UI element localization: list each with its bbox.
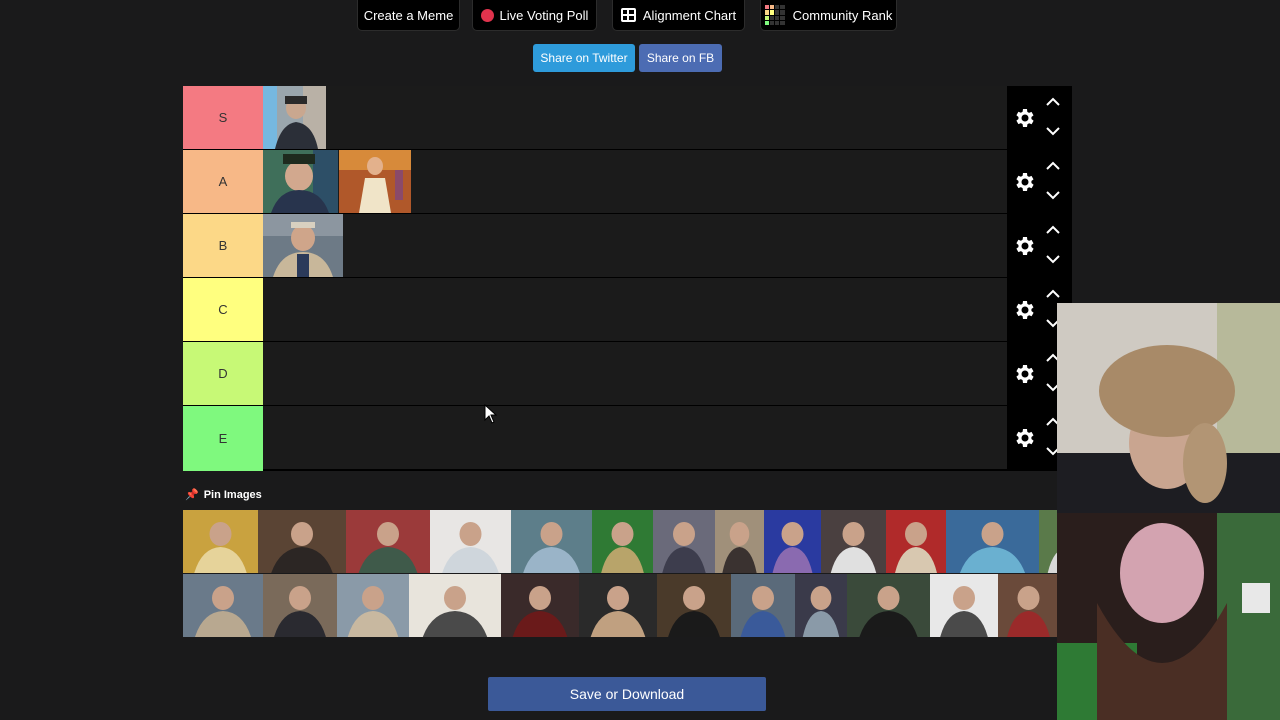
tier-items-e[interactable] [263, 406, 1007, 469]
share-twitter-button[interactable]: Share on Twitter [533, 44, 635, 72]
image-pool[interactable] [183, 510, 1179, 638]
pin-images-label: Pin Images [203, 488, 262, 501]
pool-image[interactable] [657, 574, 731, 637]
gear-icon[interactable] [1012, 426, 1036, 450]
tier-label-text: D [218, 366, 228, 381]
tier-list: S A B C D E [183, 86, 1072, 471]
tier-controls-b [1007, 214, 1072, 278]
pool-image[interactable] [715, 510, 764, 573]
community-rank-button[interactable]: Community Rank [760, 0, 897, 31]
pool-image[interactable] [998, 574, 1059, 637]
tier-controls-a [1007, 150, 1072, 214]
grid-icon [620, 8, 636, 22]
pool-image[interactable] [592, 510, 653, 573]
pool-image[interactable] [409, 574, 501, 637]
tier-label-text: E [218, 431, 228, 446]
pool-image[interactable] [258, 510, 346, 573]
tier-mosaic-icon [764, 5, 785, 25]
pool-image[interactable] [653, 510, 715, 573]
tier-label-s[interactable]: S [183, 86, 263, 149]
pushpin-icon: 📌 [185, 489, 199, 501]
pool-image[interactable] [886, 510, 946, 573]
share-facebook-button[interactable]: Share on FB [639, 44, 722, 72]
mouse-cursor-icon [484, 404, 498, 424]
save-download-label: Save or Download [569, 686, 685, 702]
tier-row-d: D [183, 342, 1072, 406]
pool-image[interactable] [337, 574, 409, 637]
pool-image[interactable] [764, 510, 821, 573]
gear-icon[interactable] [1012, 170, 1036, 194]
tier-image[interactable] [263, 86, 326, 149]
pool-image[interactable] [511, 510, 592, 573]
alignment-chart-button[interactable]: Alignment Chart [612, 0, 745, 31]
share-facebook-label: Share on FB [646, 51, 715, 65]
pool-image[interactable] [946, 510, 1039, 573]
move-up-down-icon[interactable] [1045, 160, 1061, 204]
tier-label-b[interactable]: B [183, 214, 263, 277]
save-download-button[interactable]: Save or Download [488, 677, 766, 711]
tier-row-e: E [183, 406, 1072, 471]
tier-row-b: B [183, 214, 1072, 278]
tier-image[interactable] [339, 150, 411, 213]
tier-items-d[interactable] [263, 342, 1007, 405]
share-twitter-label: Share on Twitter [540, 51, 628, 65]
gear-icon[interactable] [1012, 106, 1036, 130]
top-nav: Create a Meme Live Voting Poll Alignment… [0, 0, 1280, 31]
pin-images-toggle[interactable]: 📌 Pin Images [185, 488, 262, 502]
tier-items-c[interactable] [263, 278, 1007, 341]
pool-image[interactable] [821, 510, 886, 573]
tier-label-e[interactable]: E [183, 406, 263, 471]
tier-row-c: C [183, 278, 1072, 342]
tier-label-text: S [218, 110, 228, 125]
pool-image[interactable] [183, 574, 263, 637]
move-up-down-icon[interactable] [1045, 96, 1061, 140]
pool-image[interactable] [430, 510, 511, 573]
tier-image[interactable] [263, 214, 343, 277]
tier-row-a: A [183, 150, 1072, 214]
alignment-chart-label: Alignment Chart [642, 7, 737, 23]
record-dot-icon [480, 8, 494, 22]
pool-image[interactable] [501, 574, 579, 637]
gear-icon[interactable] [1012, 234, 1036, 258]
tier-label-text: A [218, 174, 228, 189]
live-voting-label: Live Voting Poll [499, 7, 589, 23]
tier-label-d[interactable]: D [183, 342, 263, 405]
gear-icon[interactable] [1012, 298, 1036, 322]
webcam-overlay [1057, 303, 1280, 720]
pool-image[interactable] [183, 510, 258, 573]
create-meme-button[interactable]: Create a Meme [357, 0, 460, 31]
tier-label-text: C [218, 302, 228, 317]
pool-image[interactable] [847, 574, 930, 637]
move-up-down-icon[interactable] [1045, 224, 1061, 268]
community-rank-label: Community Rank [792, 7, 893, 23]
create-meme-label: Create a Meme [363, 7, 454, 23]
pool-image[interactable] [930, 574, 998, 637]
pool-image[interactable] [579, 574, 657, 637]
tier-image[interactable] [263, 150, 338, 213]
pool-image[interactable] [263, 574, 337, 637]
pool-image[interactable] [346, 510, 430, 573]
tier-items-a[interactable] [263, 150, 1007, 213]
tier-label-text: B [218, 238, 228, 253]
tier-label-c[interactable]: C [183, 278, 263, 341]
tier-controls-s [1007, 86, 1072, 150]
live-voting-poll-button[interactable]: Live Voting Poll [472, 0, 597, 31]
tier-items-b[interactable] [263, 214, 1007, 277]
gear-icon[interactable] [1012, 362, 1036, 386]
tier-row-s: S [183, 86, 1072, 150]
pool-image[interactable] [795, 574, 847, 637]
tier-label-a[interactable]: A [183, 150, 263, 213]
pool-image[interactable] [731, 574, 795, 637]
tier-items-s[interactable] [263, 86, 1007, 149]
